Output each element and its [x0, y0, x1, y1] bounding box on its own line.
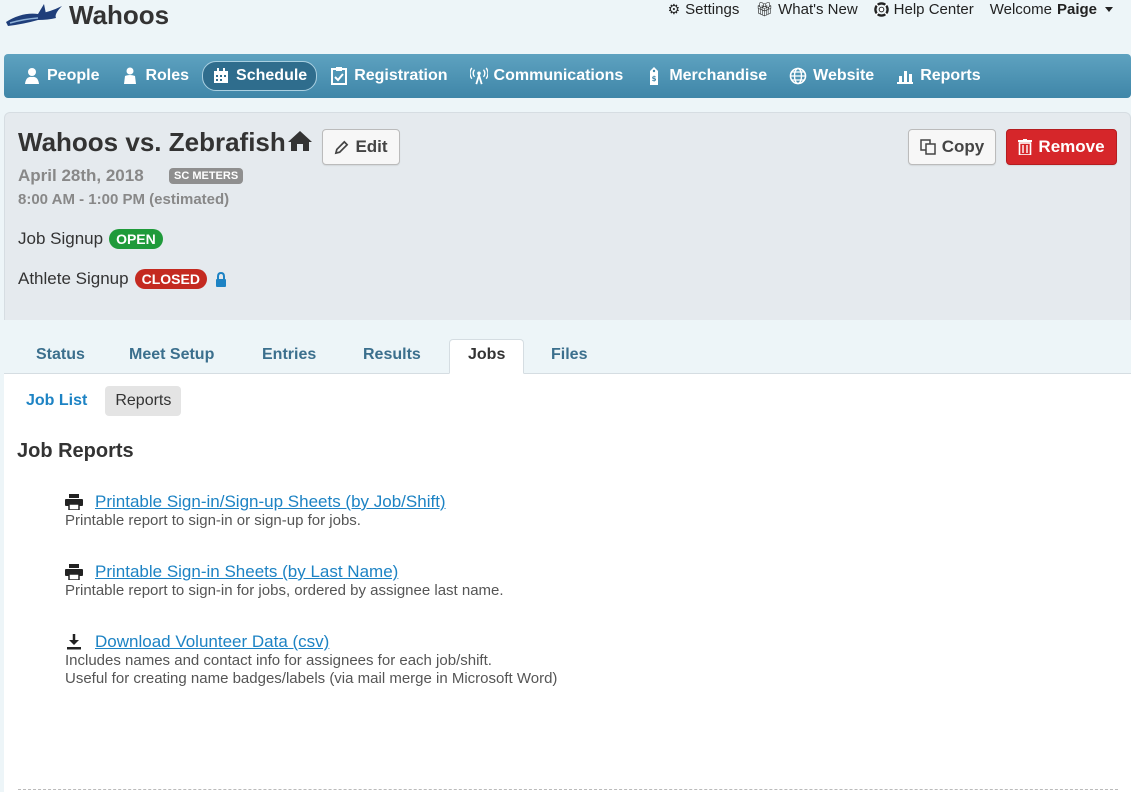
- report-description: Includes names and contact info for assi…: [65, 652, 492, 669]
- copy-icon: [920, 139, 936, 155]
- copy-button[interactable]: Copy: [908, 129, 996, 165]
- calendar-icon: [214, 68, 229, 83]
- swordfish-logo-icon[interactable]: [4, 2, 64, 32]
- job-signup-status-badge: OPEN: [109, 229, 163, 249]
- printer-icon: [65, 564, 83, 580]
- whats-new-link[interactable]: 🎁︎ What's New: [755, 1, 857, 18]
- trash-icon: [1018, 139, 1033, 155]
- help-center-label: Help Center: [893, 1, 974, 18]
- home-icon: [288, 131, 312, 151]
- nav-roles-label: Roles: [145, 67, 190, 84]
- nav-schedule[interactable]: Schedule: [202, 61, 318, 91]
- nav-registration[interactable]: Registration: [321, 62, 456, 90]
- edit-label: Edit: [355, 137, 388, 156]
- report-link-download-csv[interactable]: Download Volunteer Data (csv): [95, 632, 329, 652]
- remove-label: Remove: [1038, 137, 1105, 156]
- job-signup-label: Job Signup: [18, 229, 104, 248]
- user-menu[interactable]: Welcome Paige: [990, 1, 1113, 18]
- globe-icon: [789, 67, 807, 85]
- help-center-link[interactable]: Help Center: [873, 1, 974, 18]
- nav-communications[interactable]: Communications: [461, 62, 633, 90]
- event-time: 8:00 AM - 1:00 PM (estimated): [18, 191, 230, 208]
- nav-merchandise[interactable]: $ Merchandise: [636, 62, 776, 90]
- nav-people-label: People: [47, 67, 100, 84]
- nav-people[interactable]: People: [14, 62, 108, 90]
- copy-label: Copy: [941, 137, 985, 156]
- nav-website[interactable]: Website: [780, 62, 883, 90]
- tab-meet-setup[interactable]: Meet Setup: [129, 340, 214, 374]
- user-name: Paige: [1056, 1, 1097, 18]
- report-link-signin-signup[interactable]: Printable Sign-in/Sign-up Sheets (by Job…: [95, 492, 446, 512]
- event-date: April 28th, 2018: [18, 166, 144, 185]
- tab-results[interactable]: Results: [363, 340, 421, 374]
- nav-communications-label: Communications: [493, 67, 624, 84]
- subnav-reports[interactable]: Reports: [105, 386, 182, 416]
- event-tabs: Status Meet Setup Entries Results Jobs F…: [4, 320, 1131, 374]
- report-link-signin-lastname[interactable]: Printable Sign-in Sheets (by Last Name): [95, 562, 398, 582]
- athlete-signup-row: Athlete Signup CLOSED: [18, 269, 227, 289]
- settings-link[interactable]: ⚙ Settings: [668, 1, 740, 18]
- gear-icon: ⚙: [667, 1, 681, 17]
- main-nav: People Roles Schedule Registration Commu…: [4, 54, 1131, 98]
- brand-title[interactable]: Wahoos: [69, 0, 169, 31]
- athlete-signup-status-badge: CLOSED: [134, 269, 207, 289]
- nav-website-label: Website: [813, 67, 875, 84]
- clipboard-check-icon: [331, 67, 348, 85]
- tab-entries[interactable]: Entries: [262, 340, 316, 374]
- report-item: Printable Sign-in Sheets (by Last Name) …: [65, 562, 504, 600]
- nav-merchandise-label: Merchandise: [669, 67, 768, 84]
- athlete-signup-label: Athlete Signup: [18, 269, 129, 288]
- bar-chart-icon: [897, 71, 914, 84]
- top-bar: Wahoos ⚙ Settings 🎁︎ What's New Help Cen…: [0, 0, 1131, 50]
- report-description: Printable report to sign-in or sign-up f…: [65, 512, 361, 529]
- person-icon: [25, 68, 39, 84]
- course-badge: SC METERS: [169, 168, 244, 184]
- chevron-down-icon: [1105, 7, 1113, 12]
- nav-roles[interactable]: Roles: [112, 62, 198, 90]
- tab-status[interactable]: Status: [36, 340, 85, 374]
- settings-label: Settings: [685, 1, 740, 18]
- price-tag-icon: $: [650, 67, 659, 85]
- tab-files[interactable]: Files: [551, 340, 587, 374]
- roles-icon: [124, 67, 137, 84]
- nav-registration-label: Registration: [354, 67, 448, 84]
- report-item: Printable Sign-in/Sign-up Sheets (by Job…: [65, 492, 446, 530]
- report-description: Useful for creating name badges/labels (…: [65, 670, 558, 687]
- lifebuoy-icon: [873, 2, 889, 17]
- printer-icon: [65, 494, 83, 510]
- edit-button[interactable]: Edit: [322, 129, 400, 165]
- download-icon: [67, 634, 81, 650]
- job-signup-row: Job Signup OPEN: [18, 229, 163, 249]
- gift-icon: 🎁︎: [755, 1, 774, 17]
- report-description: Printable report to sign-in for jobs, or…: [65, 582, 504, 599]
- nav-reports-label: Reports: [920, 67, 981, 84]
- nav-schedule-label: Schedule: [236, 67, 308, 84]
- event-title: Wahoos vs. Zebrafish: [18, 127, 286, 157]
- jobs-subnav: Job List Reports: [16, 386, 182, 416]
- pencil-icon: [335, 140, 349, 154]
- remove-button[interactable]: Remove: [1006, 129, 1117, 165]
- top-links: ⚙ Settings 🎁︎ What's New Help Center Wel…: [668, 1, 1113, 18]
- jobs-content: Job List Reports Job Reports Printable S…: [4, 374, 1131, 792]
- whats-new-label: What's New: [778, 1, 858, 18]
- nav-reports[interactable]: Reports: [887, 62, 989, 90]
- broadcast-icon: [469, 67, 488, 85]
- welcome-prefix: Welcome: [989, 1, 1052, 18]
- divider: [18, 789, 1118, 790]
- section-title: Job Reports: [17, 440, 134, 462]
- svg-text:$: $: [652, 75, 657, 83]
- tab-jobs[interactable]: Jobs: [449, 339, 525, 374]
- subnav-job-list[interactable]: Job List: [16, 386, 97, 416]
- lock-icon[interactable]: [215, 271, 227, 287]
- report-item: Download Volunteer Data (csv) Includes n…: [65, 632, 557, 688]
- event-panel: Wahoos vs. Zebrafish Edit Copy Remove Ap…: [4, 112, 1131, 320]
